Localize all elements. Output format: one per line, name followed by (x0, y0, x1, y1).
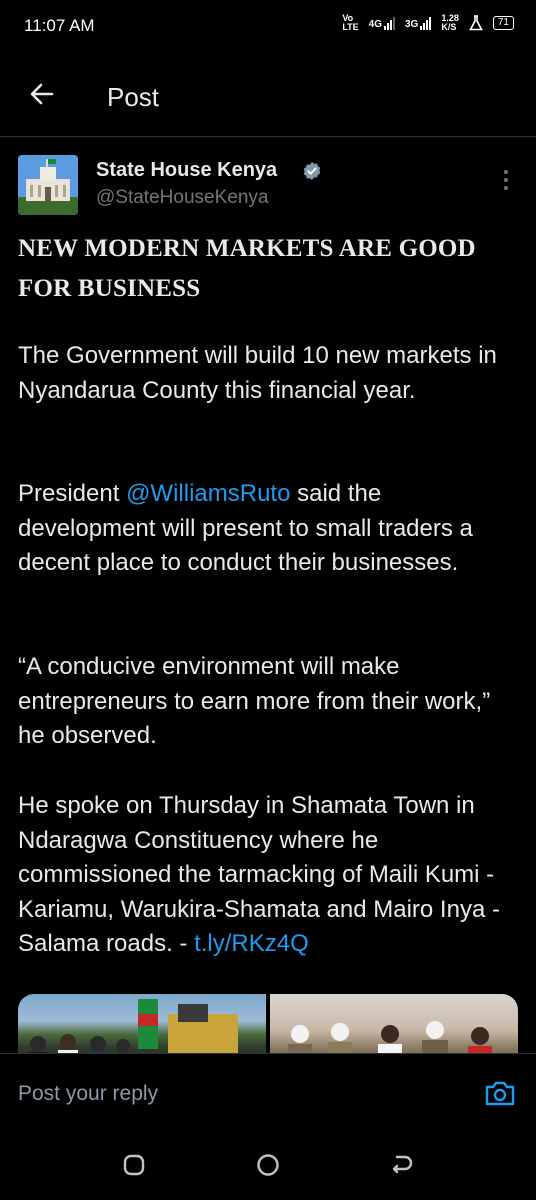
paragraph-text: President (18, 480, 127, 507)
back-nav-icon[interactable] (388, 1151, 416, 1179)
recent-apps-icon[interactable] (120, 1151, 148, 1179)
back-arrow-icon[interactable] (26, 78, 58, 110)
signal-group-1: 4G (369, 16, 395, 30)
media-image[interactable] (18, 994, 266, 1053)
state-house-avatar-image (18, 155, 78, 215)
reply-input[interactable]: Post your reply (18, 1082, 158, 1106)
media-image[interactable] (270, 994, 518, 1053)
network-speed: 1.28 K/S (441, 14, 459, 32)
flask-icon (469, 15, 483, 31)
author-name[interactable]: State House Kenya (96, 159, 277, 182)
camera-icon[interactable] (484, 1078, 516, 1108)
speed-unit: K/S (441, 22, 457, 32)
volte-bottom: LTE (342, 22, 359, 32)
post-paragraph: The Government will build 10 new markets… (18, 342, 497, 404)
url-link[interactable]: t.ly/RKz4Q (194, 930, 309, 957)
post-paragraph: He spoke on Thursday in Shamata Town in … (18, 789, 523, 962)
photo-crowd-speakers (288, 1021, 492, 1053)
more-vertical-icon[interactable] (498, 167, 514, 193)
reply-composer: Post your reply (0, 1053, 536, 1134)
network-type-1: 4G (368, 19, 382, 30)
top-app-bar: Post (0, 56, 536, 137)
post-heading-line: FOR BUSINESS (18, 275, 201, 302)
system-navigation-bar (0, 1133, 536, 1200)
status-bar: 11:07 AM Vo LTE 4G 3G 1.28 K/S 71 (0, 0, 536, 56)
author-handle[interactable]: @StateHouseKenya (96, 187, 268, 209)
post-paragraph: President @WilliamsRuto said the develop… (18, 477, 523, 581)
home-icon[interactable] (254, 1151, 282, 1179)
photo-crowd-tractor (28, 999, 238, 1053)
battery-indicator: 71 (492, 16, 514, 30)
post-paragraph: “A conducive environment will make entre… (18, 653, 491, 749)
network-type-2: 3G (405, 19, 419, 30)
verified-badge-icon (303, 162, 321, 180)
status-icons: Vo LTE 4G 3G 1.28 K/S 71 (342, 14, 514, 32)
signal-strength-icon (420, 16, 432, 30)
post-heading: NEW MODERN MARKETS ARE GOOD FOR BUSINESS (18, 229, 518, 309)
avatar[interactable] (18, 155, 78, 215)
volte-indicator: Vo LTE (342, 14, 358, 32)
signal-group-2: 3G (405, 16, 432, 30)
signal-strength-icon (384, 16, 395, 30)
status-time: 11:07 AM (24, 16, 95, 35)
page-title: Post (107, 82, 160, 112)
post-detail: State House Kenya @StateHouseKenya NEW M… (0, 137, 536, 1053)
mention-link[interactable]: @WilliamsRuto (126, 480, 290, 507)
post-heading-line: NEW MODERN MARKETS ARE GOOD (18, 235, 476, 262)
media-gallery (18, 994, 518, 1053)
